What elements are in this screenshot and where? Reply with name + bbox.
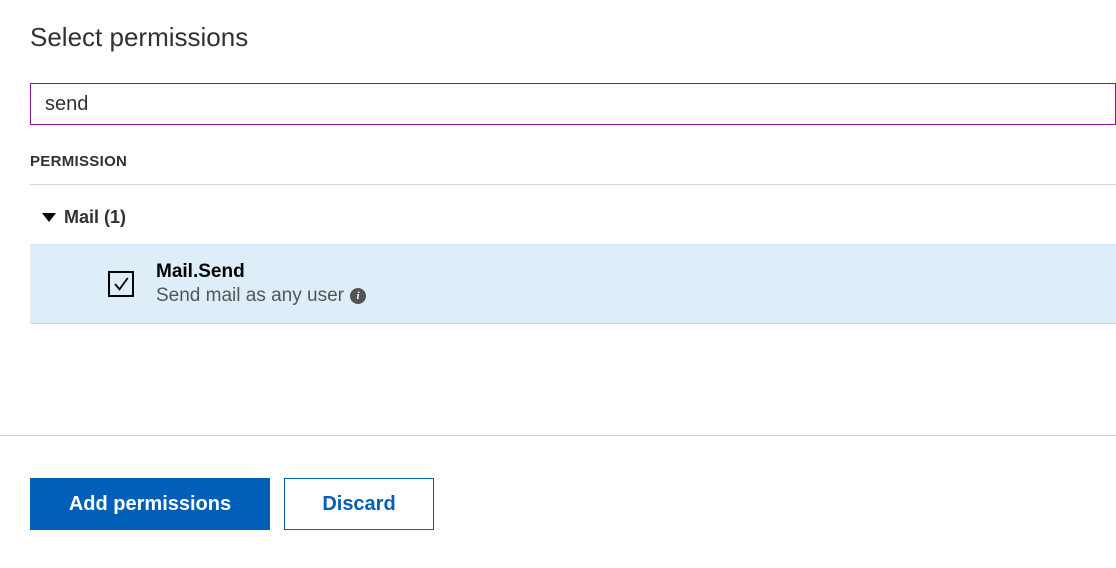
permission-group-label: Mail (1)	[64, 207, 126, 228]
permission-group-header[interactable]: Mail (1)	[30, 185, 1116, 244]
checkmark-icon	[112, 275, 130, 293]
footer-actions: Add permissions Discard	[30, 478, 434, 530]
caret-down-icon	[42, 213, 56, 222]
select-permissions-panel: Select permissions PERMISSION Mail (1) M…	[0, 0, 1116, 568]
permission-checkbox[interactable]	[108, 271, 134, 297]
permission-description-row: Send mail as any user i	[156, 285, 366, 307]
discard-button[interactable]: Discard	[284, 478, 434, 530]
add-permissions-button[interactable]: Add permissions	[30, 478, 270, 530]
permission-description: Send mail as any user	[156, 285, 344, 307]
permission-name: Mail.Send	[156, 261, 366, 283]
search-input[interactable]	[30, 83, 1116, 125]
column-header-permission[interactable]: PERMISSION	[30, 153, 1116, 185]
panel-title: Select permissions	[30, 22, 1116, 53]
search-wrapper	[30, 83, 1116, 125]
permission-row[interactable]: Mail.Send Send mail as any user i	[30, 244, 1116, 324]
info-icon[interactable]: i	[350, 288, 366, 304]
permission-text: Mail.Send Send mail as any user i	[156, 261, 366, 307]
footer-divider	[0, 435, 1116, 436]
